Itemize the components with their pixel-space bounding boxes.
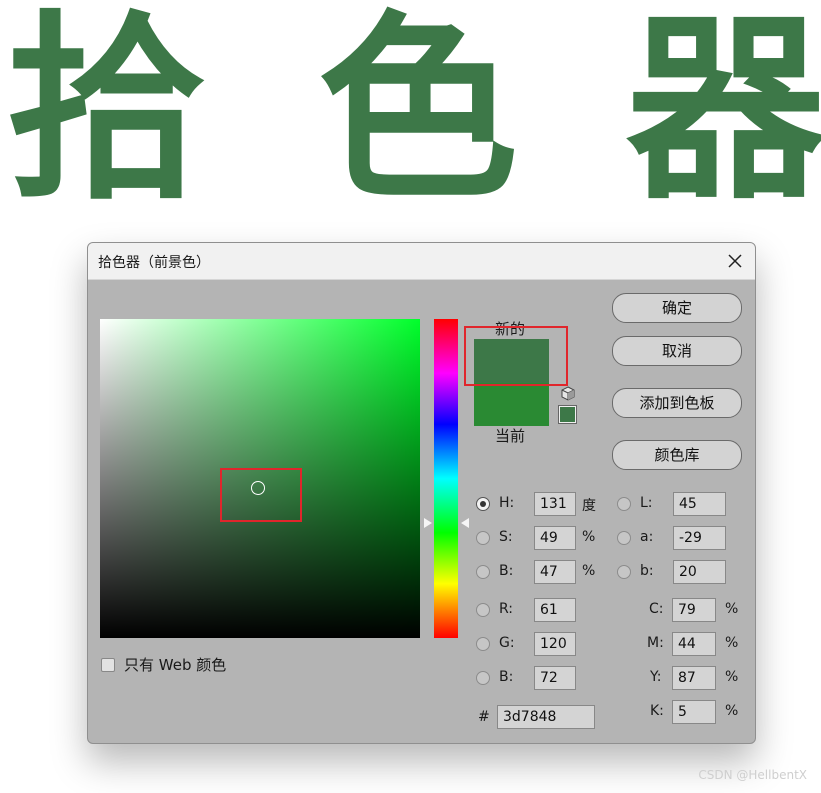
current-color-swatch[interactable] [474, 383, 549, 426]
green-input[interactable]: 120 [534, 632, 576, 656]
red-label: R: [499, 601, 514, 617]
color-libraries-button[interactable]: 颜色库 [612, 440, 742, 470]
hue-slider[interactable] [434, 319, 458, 638]
hue-slider-right-arrow-icon[interactable] [461, 518, 469, 528]
yellow-label: Y: [650, 669, 662, 685]
green-label: G: [499, 635, 515, 651]
magenta-label: M: [647, 635, 664, 651]
hue-unit: 度 [582, 498, 596, 514]
dialog-titlebar: 拾色器（前景色） [88, 243, 755, 280]
saturation-label: S: [499, 529, 513, 545]
lightness-radio[interactable] [617, 497, 631, 511]
black-label: K: [650, 703, 664, 719]
saturation-unit: % [582, 529, 596, 545]
a-channel-input[interactable]: -29 [673, 526, 726, 550]
brightness-radio[interactable] [476, 565, 490, 579]
hue-radio[interactable] [476, 497, 490, 511]
web-colors-only-label: 只有 Web 颜色 [124, 656, 227, 674]
hex-label: # [478, 709, 490, 725]
blue-input[interactable]: 72 [534, 666, 576, 690]
b-channel-label: b: [640, 563, 654, 579]
blue-radio[interactable] [476, 671, 490, 685]
new-color-highlight-box [464, 326, 568, 386]
b-channel-input[interactable]: 20 [673, 560, 726, 584]
hex-input[interactable]: 3d7848 [497, 705, 595, 729]
brightness-label: B: [499, 563, 514, 579]
hue-input[interactable]: 131 [534, 492, 576, 516]
ok-button[interactable]: 确定 [612, 293, 742, 323]
color-picker-dialog: 拾色器（前景色） 只有 Web 颜色 新的 当前 确定 取消 添加到色板 颜色库… [87, 242, 756, 744]
a-channel-radio[interactable] [617, 531, 631, 545]
web-safe-color-swatch[interactable] [558, 405, 577, 424]
cancel-button[interactable]: 取消 [612, 336, 742, 366]
red-input[interactable]: 61 [534, 598, 576, 622]
saturation-radio[interactable] [476, 531, 490, 545]
lightness-label: L: [640, 495, 653, 511]
cyan-label: C: [649, 601, 664, 617]
hero-char-2: 色 [318, 0, 519, 227]
marker-highlight-box [220, 468, 302, 522]
green-radio[interactable] [476, 637, 490, 651]
yellow-unit: % [725, 669, 739, 685]
b-channel-radio[interactable] [617, 565, 631, 579]
saturation-input[interactable]: 49 [534, 526, 576, 550]
a-channel-label: a: [640, 529, 654, 545]
brightness-input[interactable]: 47 [534, 560, 576, 584]
web-colors-only-checkbox[interactable] [101, 658, 115, 672]
close-icon [728, 254, 742, 268]
current-color-label: 当前 [495, 427, 526, 445]
black-unit: % [725, 703, 739, 719]
blue-label: B: [499, 669, 514, 685]
lightness-input[interactable]: 45 [673, 492, 726, 516]
red-radio[interactable] [476, 603, 490, 617]
watermark: CSDN @HellbentX [698, 768, 807, 782]
hue-slider-left-arrow-icon[interactable] [424, 518, 432, 528]
hue-label: H: [499, 495, 515, 511]
magenta-input[interactable]: 44 [672, 632, 716, 656]
yellow-input[interactable]: 87 [672, 666, 716, 690]
add-to-swatches-button[interactable]: 添加到色板 [612, 388, 742, 418]
cube-icon[interactable] [560, 386, 576, 402]
hero-char-1: 拾 [6, 0, 207, 227]
cyan-input[interactable]: 79 [672, 598, 716, 622]
hero-title: 拾 色 器 [0, 6, 821, 216]
hero-char-3: 器 [626, 0, 821, 227]
close-button[interactable] [721, 247, 749, 275]
brightness-unit: % [582, 563, 596, 579]
cyan-unit: % [725, 601, 739, 617]
magenta-unit: % [725, 635, 739, 651]
dialog-title: 拾色器（前景色） [98, 255, 210, 271]
black-input[interactable]: 5 [672, 700, 716, 724]
